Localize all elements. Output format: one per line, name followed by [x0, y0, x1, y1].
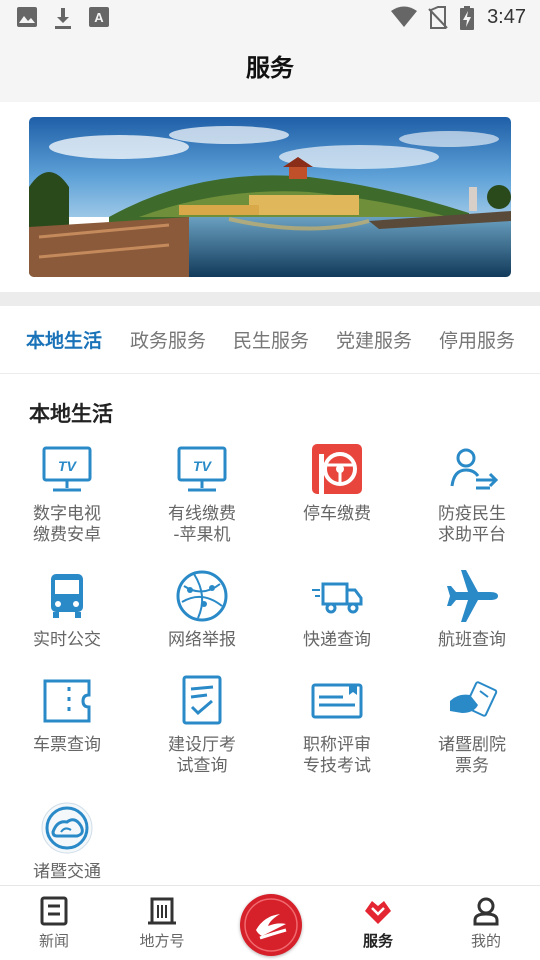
building-icon: [148, 897, 176, 925]
bottom-navigation: 新闻 地方号 服务 我的: [0, 885, 540, 960]
nav-news[interactable]: 新闻: [0, 886, 108, 951]
tab-disabled-services[interactable]: 停用服务: [439, 326, 515, 353]
service-label: 防疫民生 求助平台: [438, 504, 506, 545]
service-label: 实时公交: [33, 630, 101, 650]
service-label: 有线缴费 -苹果机: [168, 504, 236, 545]
heart-diamond-icon: [365, 901, 391, 924]
banner-image[interactable]: [29, 117, 511, 277]
service-label: 航班查询: [438, 630, 506, 650]
nav-services[interactable]: 服务: [324, 886, 432, 951]
traffic-logo-icon: [41, 802, 93, 854]
service-realtime-bus[interactable]: 实时公交: [0, 568, 134, 651]
svg-text:TV: TV: [193, 458, 213, 474]
theater-tickets-icon: [450, 681, 498, 717]
service-ticket-query[interactable]: 车票查询: [0, 673, 134, 756]
profile-icon: [473, 897, 499, 926]
service-epidemic-help[interactable]: 防疫民生 求助平台: [405, 442, 539, 546]
tab-local-life[interactable]: 本地生活: [26, 326, 102, 353]
svg-text:TV: TV: [58, 458, 78, 474]
parking-icon: [312, 444, 362, 494]
font-icon: A: [89, 7, 109, 27]
section-title: 本地生活: [29, 402, 113, 426]
nav-label: 新闻: [38, 932, 69, 950]
service-parking-payment[interactable]: 停车缴费: [270, 442, 404, 525]
service-network-report[interactable]: 网络举报: [135, 568, 269, 651]
section-divider: [0, 292, 540, 306]
service-label: 网络举报: [168, 630, 236, 650]
tv-icon: TV: [177, 446, 227, 492]
service-theater-tickets[interactable]: 诸暨剧院 票务: [405, 673, 539, 777]
service-label: 建设厅考 试查询: [168, 735, 236, 776]
service-label: 车票查询: [33, 735, 101, 755]
certificate-card-icon: [311, 683, 363, 719]
delivery-truck-icon: [312, 582, 363, 614]
home-logo-button[interactable]: [240, 894, 302, 956]
service-express-tracking[interactable]: 快递查询: [270, 568, 404, 651]
service-construction-exam[interactable]: 建设厅考 试查询: [135, 673, 269, 777]
ticket-icon: [43, 679, 91, 723]
service-label: 数字电视 缴费安卓: [33, 504, 101, 545]
service-label: 停车缴费: [303, 504, 371, 524]
service-label: 职称评审 专技考试: [303, 735, 371, 776]
nav-label: 地方号: [139, 932, 185, 950]
download-icon: [55, 8, 71, 29]
service-label: 诸暨剧院 票务: [438, 735, 506, 776]
wifi-icon: [391, 6, 417, 27]
status-time: 3:47: [487, 6, 526, 28]
banner-area: [0, 102, 540, 292]
news-icon: [40, 896, 68, 926]
person-arrow-icon: [450, 448, 499, 490]
svg-text:A: A: [94, 10, 104, 25]
nav-label: 我的: [470, 932, 501, 950]
title-bar: 服务: [0, 36, 540, 102]
exam-document-icon: [182, 675, 222, 725]
home-logo-icon: [242, 896, 300, 954]
service-label: 诸暨交通: [33, 862, 101, 882]
page-title: 服务: [246, 54, 294, 82]
nav-label: 服务: [362, 932, 393, 950]
service-cable-payment-ios[interactable]: TV 有线缴费 -苹果机: [135, 442, 269, 546]
battery-charging-icon: [460, 6, 474, 30]
nav-profile[interactable]: 我的: [432, 886, 540, 951]
status-bar: A 3:47: [0, 0, 540, 36]
service-digital-tv-android[interactable]: TV 数字电视 缴费安卓: [0, 442, 134, 546]
service-label: 快递查询: [303, 630, 371, 650]
tab-government-services[interactable]: 政务服务: [130, 326, 206, 353]
no-sim-icon: [428, 6, 448, 29]
tab-party-services[interactable]: 党建服务: [336, 326, 412, 353]
service-flight-query[interactable]: 航班查询: [405, 568, 539, 651]
bus-icon: [51, 574, 83, 618]
category-tabs: 本地生活 政务服务 民生服务 党建服务 停用服务: [0, 306, 540, 374]
image-icon: [17, 7, 37, 27]
network-globe-icon: [176, 570, 228, 622]
tv-icon: TV: [42, 446, 92, 492]
service-zhuji-traffic[interactable]: 诸暨交通: [0, 800, 134, 883]
nav-local-accounts[interactable]: 地方号: [108, 886, 216, 951]
service-title-assessment[interactable]: 职称评审 专技考试: [270, 673, 404, 777]
airplane-icon: [447, 570, 498, 622]
tab-livelihood-services[interactable]: 民生服务: [233, 326, 309, 353]
